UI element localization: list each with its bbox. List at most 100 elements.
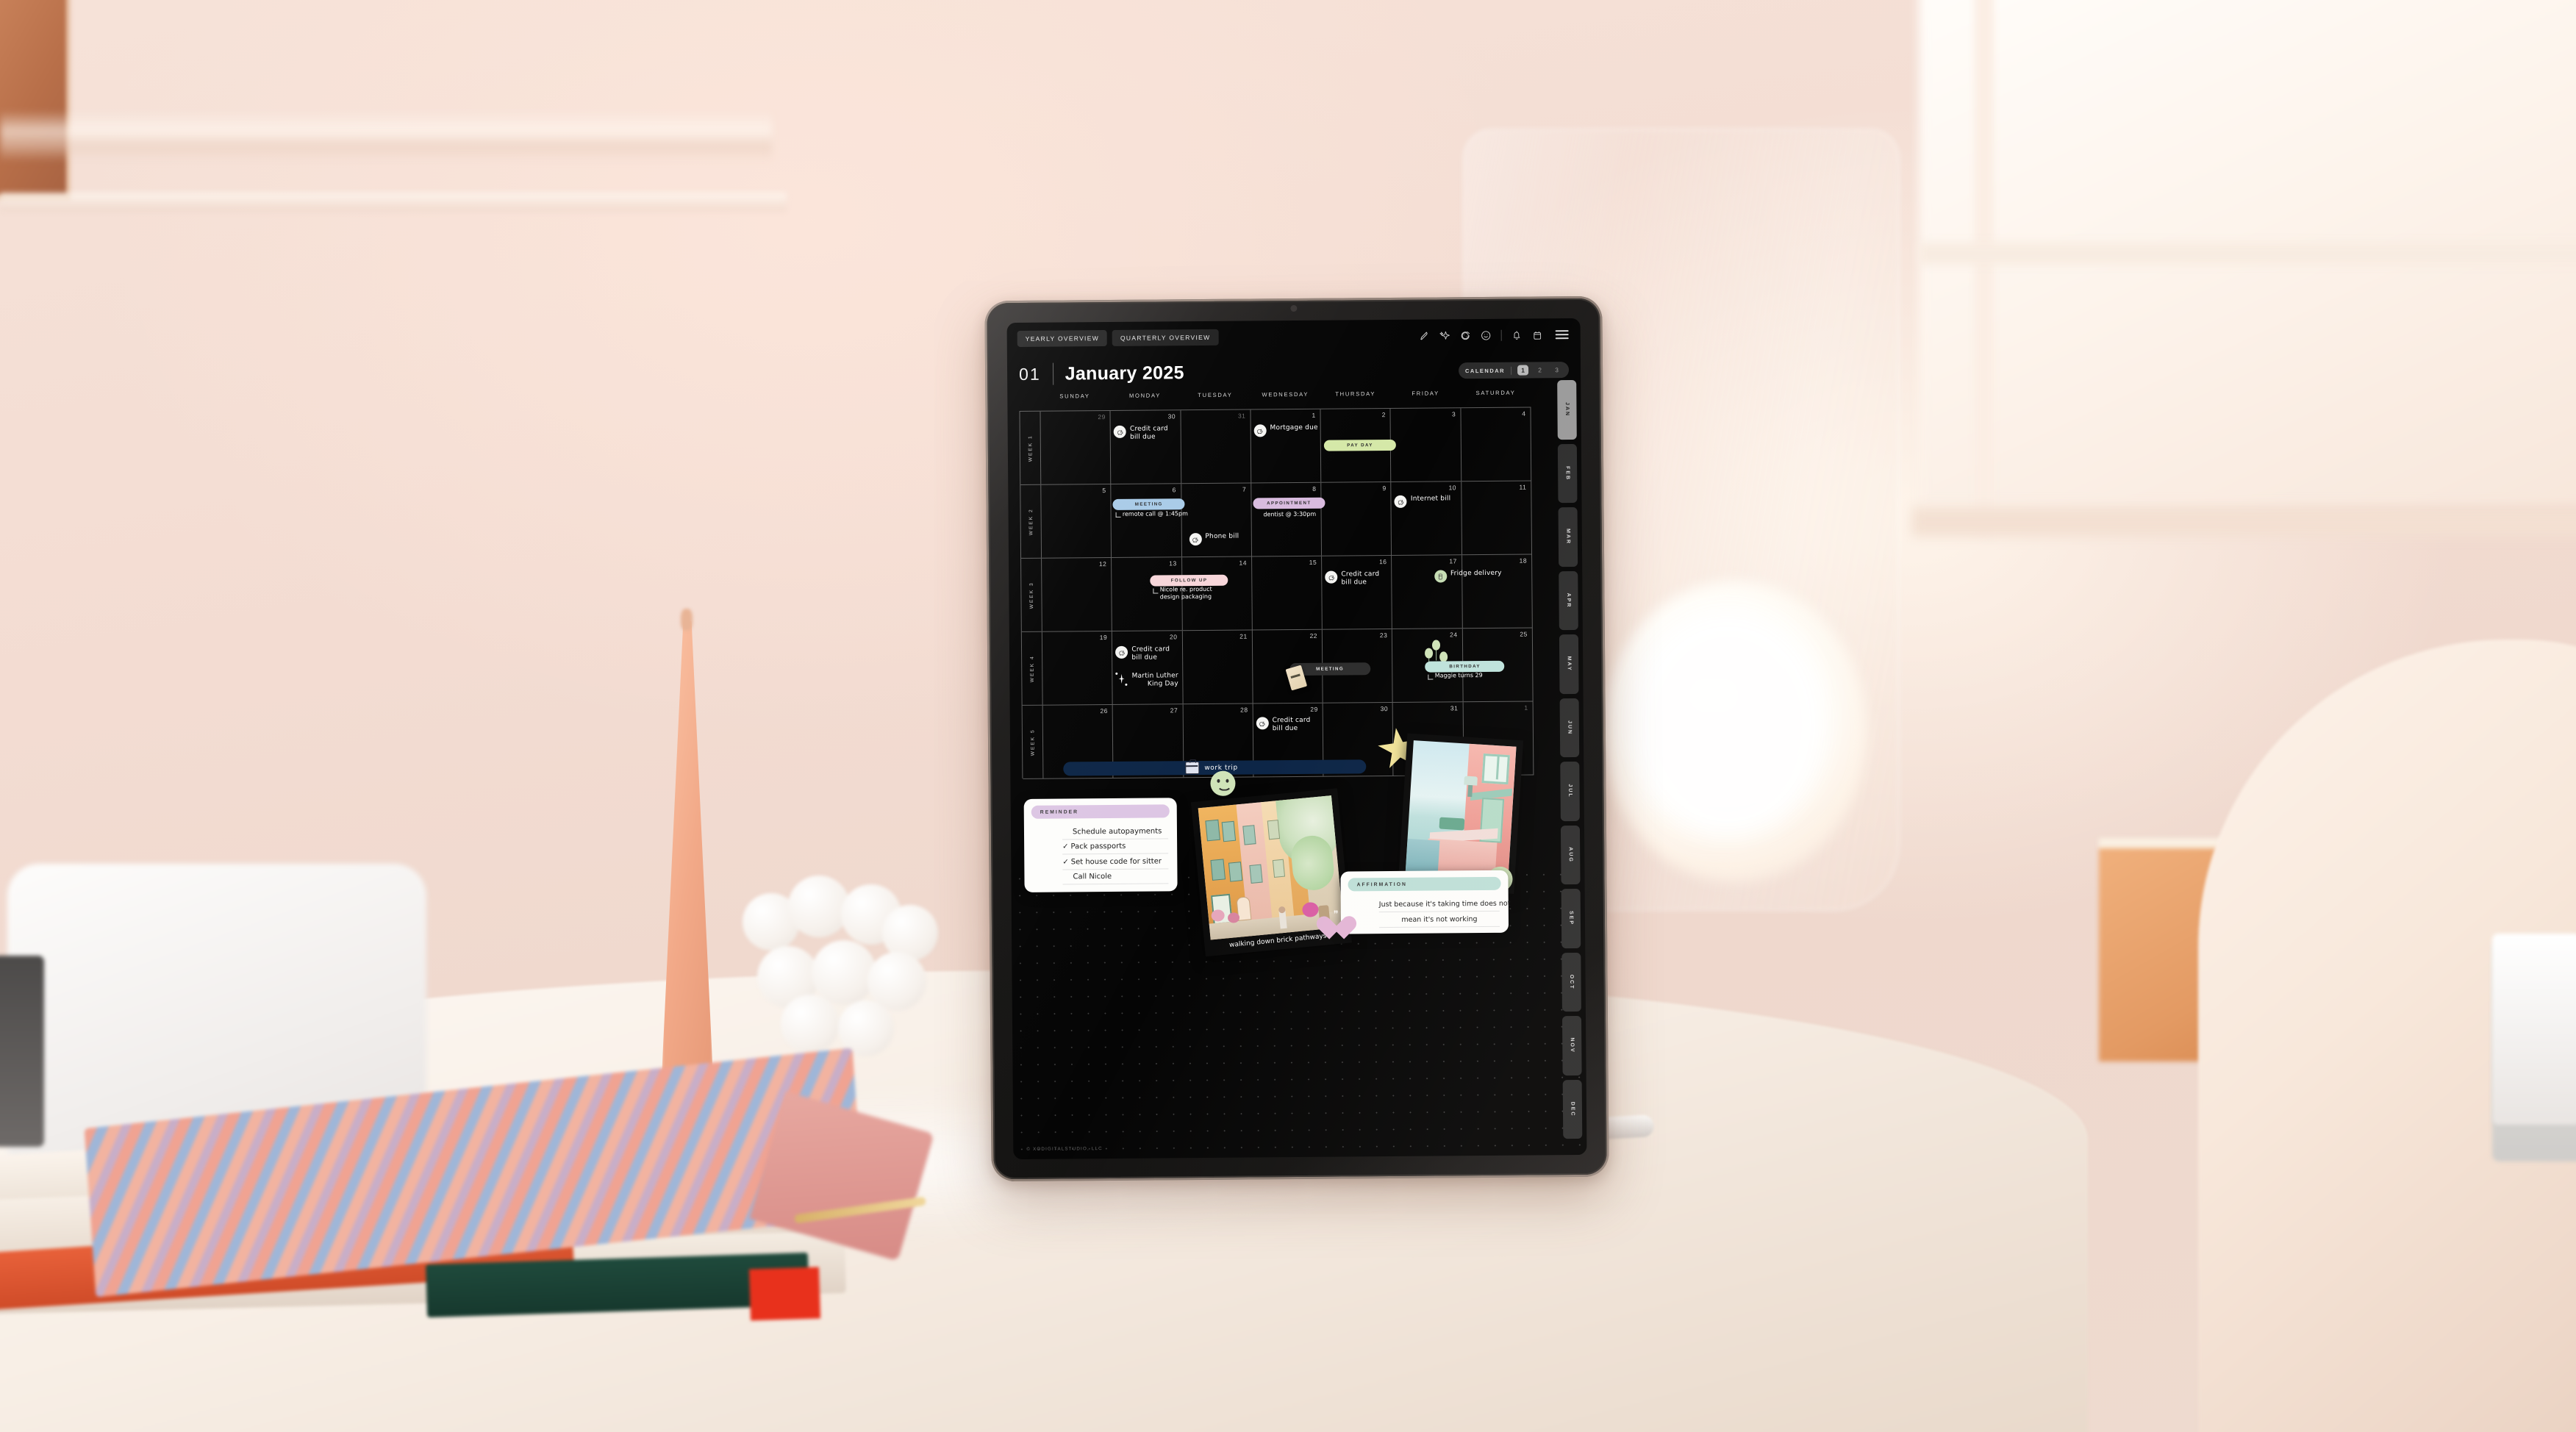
day-cell[interactable]: 23 (1322, 629, 1394, 703)
day-number: 17 (1449, 557, 1457, 565)
day-cell[interactable]: 9 (1321, 481, 1392, 556)
affirmation-card[interactable]: AFFIRMATION Just because it's taking tim… (1340, 870, 1511, 934)
day-number: 30 (1167, 412, 1176, 420)
event-credit-card-bill[interactable]: Credit card bill due (1256, 717, 1311, 734)
event-label: Credit card bill due (1129, 425, 1168, 441)
day-number: 1 (1312, 411, 1316, 419)
day-number: 12 (1098, 560, 1107, 568)
balloon-string (1436, 650, 1437, 661)
event-fridge-delivery[interactable]: Fridge delivery (1434, 570, 1502, 583)
list-item[interactable]: ✓ Set house code for sitter (1062, 853, 1169, 870)
month-tab-mar[interactable]: MAR (1558, 506, 1578, 567)
balloon-sticker (1439, 651, 1448, 662)
smiley-icon[interactable] (1481, 329, 1492, 340)
month-tab-apr[interactable]: APR (1559, 570, 1578, 631)
piggy-bank-icon (1253, 424, 1267, 437)
sparkle-icon[interactable] (1439, 330, 1450, 341)
event-credit-card-bill[interactable]: Credit card bill due (1325, 570, 1379, 587)
reminder-card-header: REMINDER (1031, 804, 1170, 819)
day-cell[interactable]: 12 (1042, 557, 1113, 631)
toolbar-icon-group (1419, 329, 1570, 342)
day-cell[interactable]: 16 Credit card bill due (1322, 555, 1393, 629)
taper-candle-tip (681, 609, 693, 631)
month-tab-sep[interactable]: SEP (1561, 888, 1581, 948)
day-cell[interactable]: 20 Credit card bill due Martin Luther Ki… (1112, 631, 1184, 704)
day-cell[interactable]: 24 BIRTHDAY Maggie turns 29 (1392, 629, 1505, 702)
day-cell[interactable]: 17 (1392, 555, 1463, 629)
pen-icon[interactable] (1419, 330, 1430, 341)
month-tab-jun[interactable]: JUN (1559, 698, 1580, 758)
week-label-text: WEEK 1 (1027, 434, 1034, 462)
day-cell[interactable]: 2 PAY DAY (1320, 408, 1397, 482)
month-tab-jan[interactable]: JAN (1557, 379, 1577, 440)
day-number: 4 (1522, 409, 1526, 418)
day-cell[interactable]: 18 Fridge delivery (1434, 554, 1533, 629)
tab-quarterly-overview[interactable]: QUARTERLY OVERVIEW (1112, 329, 1219, 346)
month-tab-nov[interactable]: NOV (1561, 1015, 1582, 1075)
event-label: Mortgage due (1270, 423, 1318, 432)
day-cell[interactable]: 6 MEETING remote call @ 1:45pm (1111, 484, 1188, 557)
event-mortgage-due[interactable]: Mortgage due (1253, 423, 1318, 437)
day-cell[interactable]: 14 (1181, 556, 1253, 631)
event-internet-bill[interactable]: Internet bill (1394, 495, 1451, 508)
calendar-page-1[interactable]: 1 (1517, 365, 1529, 376)
day-number: 1 (1524, 704, 1528, 712)
calendar-page-selector[interactable]: CALENDAR 1 2 3 (1458, 362, 1570, 379)
day-cell[interactable]: 8 APPOINTMENT dentist @ 3:30pm (1251, 482, 1325, 556)
day-cell[interactable]: 30 Credit card bill due (1110, 410, 1181, 484)
month-tab-oct[interactable]: OCT (1561, 952, 1581, 1012)
day-cell[interactable]: 29 (1040, 410, 1112, 484)
day-cell[interactable]: 31 (1181, 409, 1252, 484)
day-cell[interactable]: 13 FOLLOW UP Nicole re. product design p… (1112, 557, 1228, 631)
day-cell[interactable]: 19 (1042, 631, 1113, 705)
day-cell[interactable]: 11 (1461, 481, 1533, 555)
day-cell[interactable]: 5 (1041, 484, 1112, 558)
chip-label: PAY DAY (1347, 443, 1373, 448)
sticker-icon[interactable] (1460, 330, 1471, 341)
menu-icon[interactable] (1555, 330, 1569, 339)
month-tab-may[interactable]: MAY (1559, 634, 1579, 694)
piggy-bank-icon (1325, 570, 1338, 584)
week-label-text: WEEK 3 (1028, 581, 1034, 609)
event-phone-bill[interactable]: Phone bill (1189, 533, 1239, 546)
list-item[interactable]: ✓ Pack passports (1062, 838, 1169, 855)
event-subnote: remote call @ 1:45pm (1122, 510, 1188, 518)
day-cell[interactable]: 21 (1182, 630, 1253, 704)
chip-label: MEETING (1134, 501, 1163, 507)
day-cell[interactable]: 15 (1251, 556, 1323, 630)
smiley-sticker (1210, 770, 1236, 796)
calendar-page-2[interactable]: 2 (1534, 366, 1545, 373)
bell-icon[interactable] (1511, 329, 1523, 340)
event-credit-card-bill[interactable]: Credit card bill due (1113, 425, 1168, 442)
month-tab-feb[interactable]: FEB (1557, 443, 1578, 504)
chip-appointment[interactable]: APPOINTMENT (1253, 497, 1325, 509)
event-credit-card-bill[interactable]: Credit card bill due (1115, 645, 1170, 662)
page-title: January 2025 (1065, 362, 1184, 384)
month-tab-aug[interactable]: AUG (1560, 825, 1581, 885)
month-tab-jul[interactable]: JUL (1560, 761, 1580, 821)
event-label: Credit card bill due (1131, 645, 1170, 662)
day-cell[interactable]: 3 (1390, 408, 1461, 481)
day-cell[interactable]: 10 Internet bill (1391, 481, 1462, 555)
month-tab-label: JAN (1564, 402, 1570, 418)
day-cell[interactable]: 4 (1461, 407, 1532, 481)
month-tab-dec[interactable]: DEC (1562, 1079, 1583, 1139)
bubble-candle (735, 864, 945, 1066)
list-item[interactable]: Schedule autopayments (1062, 823, 1169, 840)
calendar-page-3[interactable]: 3 (1551, 366, 1562, 373)
chip-meeting[interactable]: MEETING (1112, 498, 1185, 510)
week-label-text: WEEK 2 (1028, 507, 1034, 535)
day-number: 13 (1169, 559, 1177, 568)
day-cell[interactable]: 22 MEETING (1252, 629, 1371, 704)
suitcase-icon (1184, 759, 1200, 775)
box-icon[interactable] (1532, 329, 1543, 340)
day-cell[interactable]: 7 Phone bill (1181, 483, 1252, 557)
calendar-grid: WEEK 1 29 30 Credit card bill due 31 1 M… (1019, 407, 1534, 779)
day-cell[interactable]: 25 (1462, 628, 1534, 702)
tab-yearly-overview[interactable]: YEARLY OVERVIEW (1017, 330, 1108, 347)
reminder-card[interactable]: REMINDER Schedule autopayments ✓ Pack pas… (1023, 798, 1178, 892)
chip-pay-day[interactable]: PAY DAY (1323, 439, 1397, 451)
day-cell[interactable]: 1 Mortgage due (1251, 409, 1322, 483)
photo-image (1405, 740, 1517, 878)
list-item[interactable]: Call Nicole (1062, 868, 1169, 885)
